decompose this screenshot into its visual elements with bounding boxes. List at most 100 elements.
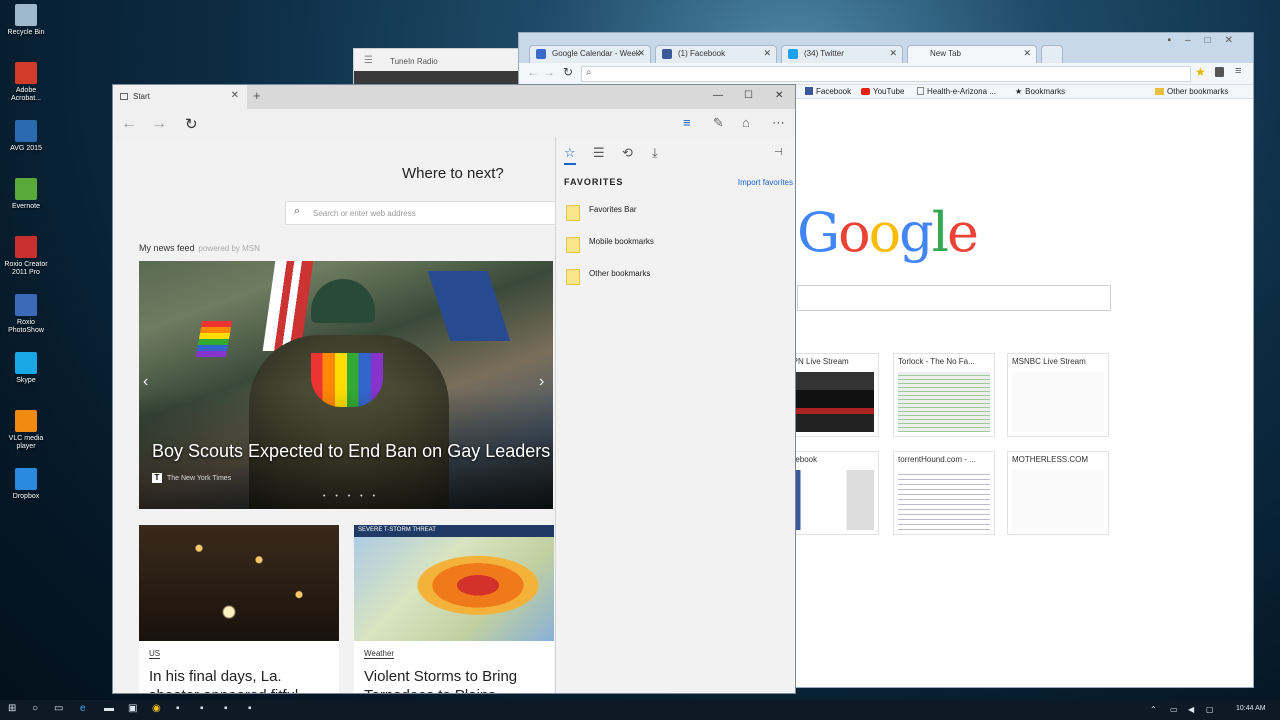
desktop-icon[interactable]: Recycle Bin: [2, 4, 50, 37]
close-icon[interactable]: ✕: [775, 90, 783, 101]
carousel-dots[interactable]: • • • • •: [323, 493, 379, 500]
app-taskbar-icon[interactable]: ▪: [200, 703, 204, 714]
news-card-weather[interactable]: SEVERE T-STORM THREAT Weather Violent St…: [354, 525, 554, 693]
app-taskbar-icon[interactable]: ▪: [248, 703, 252, 714]
edge-search-box[interactable]: ⌕ Search or enter web address: [285, 201, 557, 225]
edge-tab-start[interactable]: Start ✕: [113, 85, 247, 109]
task-view-icon[interactable]: ▭: [54, 703, 63, 714]
user-icon[interactable]: ▪: [1167, 35, 1185, 46]
next-arrow-icon[interactable]: ›: [539, 373, 544, 391]
maximize-icon[interactable]: ☐: [744, 90, 753, 101]
minimize-icon[interactable]: –: [1185, 35, 1205, 46]
network-icon[interactable]: ▭: [1170, 705, 1178, 714]
hero-news-card[interactable]: ‹ › Boy Scouts Expected to End Ban on Ga…: [139, 261, 553, 509]
desktop-icon[interactable]: Adobe Acrobat...: [2, 62, 50, 103]
chrome-tab-label: New Tab: [930, 49, 961, 58]
most-visited-tile[interactable]: MSNBC Live Stream: [1007, 353, 1109, 437]
pin-icon[interactable]: ⊣: [774, 147, 783, 158]
volume-icon[interactable]: ◀: [1188, 705, 1194, 714]
close-icon[interactable]: ✕: [1225, 35, 1247, 46]
edge-taskbar-icon[interactable]: e: [80, 703, 86, 714]
most-visited-tile[interactable]: MOTHERLESS.COM: [1007, 451, 1109, 535]
star-icon[interactable]: ★: [1195, 65, 1206, 79]
favorites-hub-panel: ☆ ☰ ⟲ ⤓ ⊣ FAVORITES Import favorites Fav…: [555, 137, 795, 693]
close-icon[interactable]: ✕: [889, 48, 897, 59]
close-icon[interactable]: ✕: [1023, 48, 1031, 59]
bookmark-bookmarks[interactable]: ★ Bookmarks: [1015, 87, 1065, 96]
prev-arrow-icon[interactable]: ‹: [143, 373, 148, 391]
desktop-icon[interactable]: Roxio Creator 2011 Pro: [2, 236, 50, 277]
hub-icon[interactable]: ≡: [683, 115, 691, 130]
store-icon[interactable]: ▣: [128, 703, 137, 714]
extension-icon[interactable]: [1215, 67, 1224, 77]
hero-headline[interactable]: Boy Scouts Expected to End Ban on Gay Le…: [152, 441, 550, 462]
forward-arrow-icon[interactable]: →: [151, 115, 167, 133]
close-icon[interactable]: ✕: [637, 48, 645, 59]
maximize-icon[interactable]: □: [1205, 35, 1225, 46]
favorite-folder-other[interactable]: Other bookmarks: [564, 267, 784, 287]
refresh-icon[interactable]: ↻: [185, 115, 198, 133]
chrome-tab-newtab[interactable]: New Tab ✕: [907, 45, 1037, 63]
close-icon[interactable]: ✕: [763, 48, 771, 59]
chrome-tab-facebook[interactable]: (1) Facebook ✕: [655, 45, 777, 63]
desktop-icon[interactable]: Skype: [2, 352, 50, 385]
card-category[interactable]: US: [149, 649, 161, 659]
favorites-star-icon[interactable]: ☆: [564, 145, 576, 165]
web-note-icon[interactable]: ✎: [713, 115, 724, 131]
more-icon[interactable]: ⋯: [772, 115, 785, 131]
google-logo-letter: G: [797, 201, 840, 264]
desktop-icon[interactable]: Evernote: [2, 178, 50, 211]
tray-chevron-icon[interactable]: ⌃: [1150, 705, 1157, 714]
menu-icon[interactable]: ≡: [1235, 65, 1241, 77]
hamburger-icon[interactable]: ☰: [364, 55, 373, 66]
new-tab-button[interactable]: [1041, 45, 1063, 63]
edge-window[interactable]: Start ✕ + — ☐ ✕ ← → ↻ ≡ ✎ ⌂ ⋯ Where to n…: [112, 84, 796, 694]
card-title[interactable]: In his final days, La. shooter appeared …: [149, 667, 335, 693]
favorites-title: FAVORITES: [564, 177, 624, 187]
clock[interactable]: 10:44 AM: [1236, 705, 1266, 712]
tunein-window[interactable]: ☰ TuneIn Radio: [353, 48, 523, 89]
chrome-tab-twitter[interactable]: (34) Twitter ✕: [781, 45, 903, 63]
file-explorer-icon[interactable]: ▬: [104, 703, 114, 714]
forward-icon[interactable]: →: [543, 65, 555, 79]
bookmark-facebook[interactable]: Facebook: [805, 87, 851, 96]
chrome-address-bar[interactable]: ⌕: [581, 66, 1191, 82]
app-taskbar-icon[interactable]: ▪: [176, 703, 180, 714]
bookmark-health[interactable]: Health-e-Arizona ...: [917, 87, 996, 96]
adobe-acrobat-icon: [15, 62, 37, 84]
favorite-folder-favorites-bar[interactable]: Favorites Bar: [564, 203, 784, 223]
windows-start-icon[interactable]: ⊞: [8, 703, 16, 714]
most-visited-tile[interactable]: torrentHound.com - ...: [893, 451, 995, 535]
desktop-icon[interactable]: Dropbox: [2, 468, 50, 501]
chrome-tab-label: Google Calendar - Week: [552, 49, 640, 58]
notification-icon[interactable]: ▢: [1206, 705, 1214, 714]
chrome-taskbar-icon[interactable]: ◉: [152, 703, 161, 714]
desktop-icon[interactable]: VLC media player: [2, 410, 50, 451]
close-icon[interactable]: ✕: [231, 90, 239, 101]
evernote-icon: [15, 178, 37, 200]
favorite-folder-mobile[interactable]: Mobile bookmarks: [564, 235, 784, 255]
scout-cap-image: [311, 279, 375, 323]
minimize-icon[interactable]: —: [713, 90, 723, 101]
cortana-icon[interactable]: ○: [32, 703, 38, 714]
google-search-box[interactable]: [797, 285, 1111, 311]
back-icon[interactable]: ←: [527, 65, 539, 79]
app-taskbar-icon[interactable]: ▪: [224, 703, 228, 714]
bookmark-youtube[interactable]: YouTube: [861, 87, 904, 96]
downloads-icon[interactable]: ⤓: [652, 145, 658, 161]
desktop-icon[interactable]: AVG 2015: [2, 120, 50, 153]
share-icon[interactable]: ⌂: [742, 115, 750, 130]
reload-icon[interactable]: ↻: [563, 65, 573, 79]
card-category[interactable]: Weather: [364, 649, 395, 659]
chrome-tab-calendar[interactable]: Google Calendar - Week ✕: [529, 45, 651, 63]
card-title[interactable]: Violent Storms to Bring Tornadoes to Pla…: [364, 667, 550, 693]
desktop-icon[interactable]: Roxio PhotoShow: [2, 294, 50, 335]
news-card-us[interactable]: US In his final days, La. shooter appear…: [139, 525, 339, 693]
new-tab-plus-icon[interactable]: +: [253, 88, 261, 103]
most-visited-tile[interactable]: Torlock - The No Fa...: [893, 353, 995, 437]
history-icon[interactable]: ⟲: [622, 145, 633, 161]
import-favorites-link[interactable]: Import favorites: [738, 178, 793, 187]
bookmark-other[interactable]: Other bookmarks: [1155, 87, 1228, 96]
back-arrow-icon[interactable]: ←: [121, 115, 137, 133]
reading-list-icon[interactable]: ☰: [593, 145, 605, 161]
